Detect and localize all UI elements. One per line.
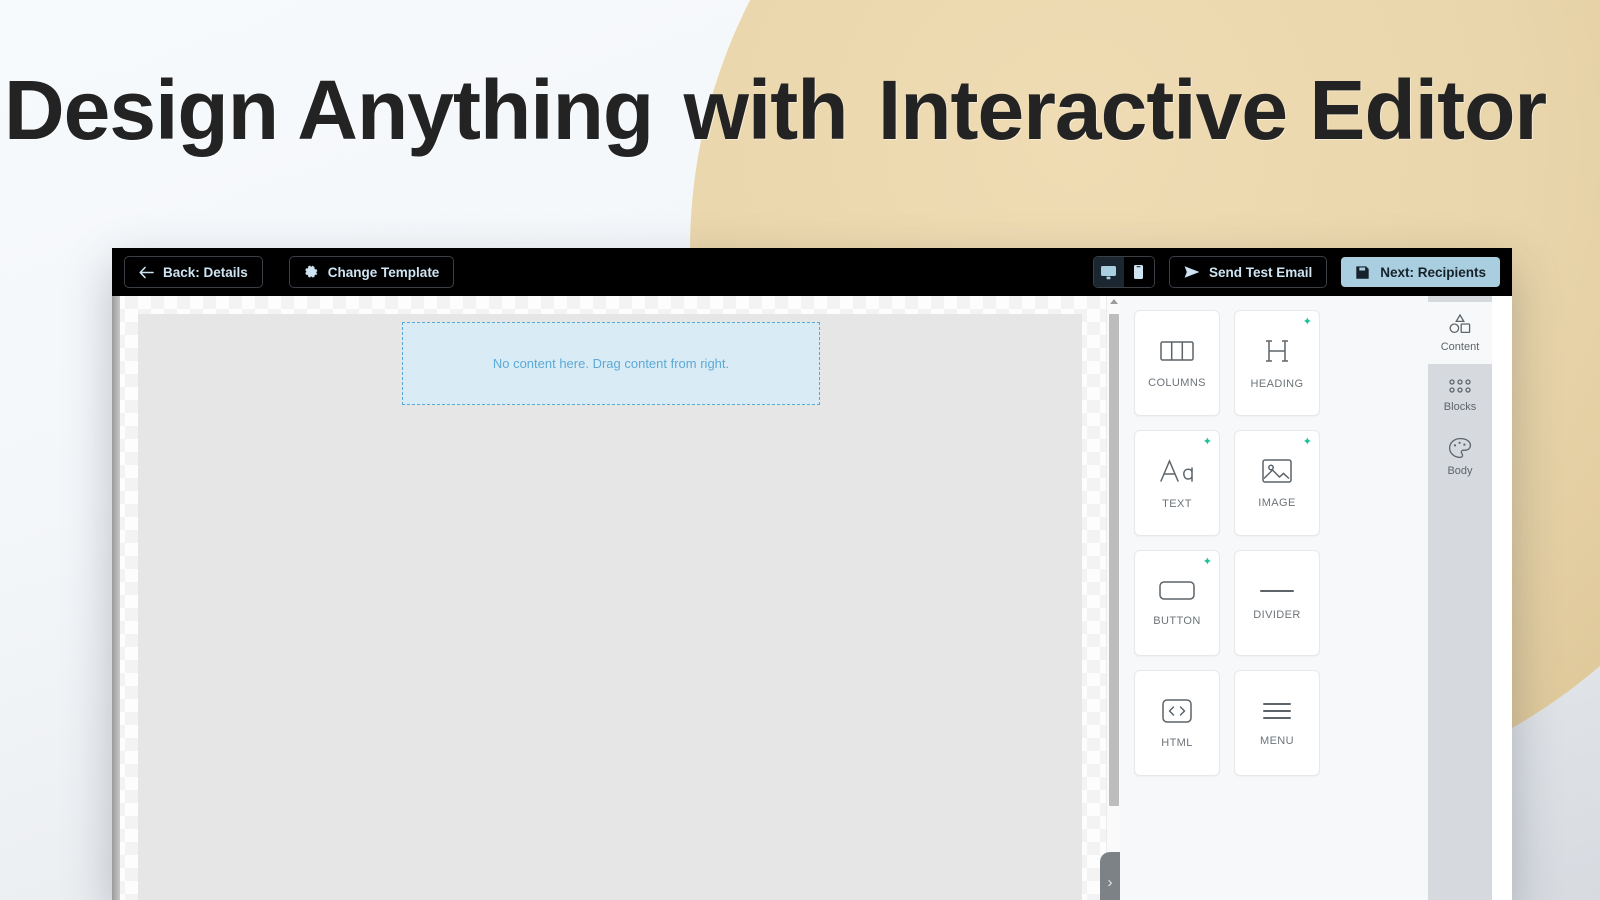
code-icon: [1162, 698, 1192, 724]
menu-icon: [1261, 700, 1293, 722]
desktop-icon: [1100, 265, 1117, 280]
panel-expand-handle[interactable]: ›: [1100, 852, 1120, 900]
send-test-email-label: Send Test Email: [1208, 264, 1313, 280]
view-mode-toggle[interactable]: [1092, 256, 1155, 288]
save-icon: [1355, 265, 1370, 280]
columns-icon: [1160, 338, 1194, 364]
blocks-grid-icon: [1448, 377, 1472, 395]
content-tile-label: BUTTON: [1153, 614, 1201, 627]
content-tile-text[interactable]: ✦ TEXT: [1134, 430, 1220, 536]
back-details-button[interactable]: Back: Details: [124, 256, 263, 288]
content-tile-label: HTML: [1161, 736, 1193, 749]
change-template-label: Change Template: [327, 264, 440, 280]
next-recipients-label: Next: Recipients: [1380, 264, 1486, 280]
divider-icon: [1259, 586, 1295, 596]
content-tile-label: TEXT: [1162, 497, 1192, 510]
ai-badge-icon: ✦: [1202, 436, 1212, 448]
paper-plane-icon: [1184, 265, 1200, 279]
content-tile-grid: ✦ COLUMNS ✦: [1134, 310, 1416, 776]
content-tile-label: COLUMNS: [1148, 376, 1206, 389]
email-canvas[interactable]: No content here. Drag content from right…: [112, 296, 1120, 900]
panel-tab-rail: Content Blocks Body: [1428, 296, 1492, 900]
ai-badge-icon: ✦: [1202, 556, 1212, 568]
email-body-area[interactable]: No content here. Drag content from right…: [138, 314, 1082, 900]
editor-body: No content here. Drag content from right…: [112, 296, 1512, 900]
content-side-panel: ✦ COLUMNS ✦: [1120, 296, 1428, 900]
chevron-right-icon: ›: [1107, 873, 1113, 891]
text-icon: [1159, 457, 1195, 485]
change-template-button[interactable]: Change Template: [288, 256, 455, 288]
palette-icon: [1448, 437, 1472, 459]
back-details-label: Back: Details: [163, 264, 248, 280]
content-tile-divider[interactable]: DIVIDER: [1234, 550, 1320, 656]
dropzone-label: No content here. Drag content from right…: [492, 356, 730, 371]
tab-body[interactable]: Body: [1428, 426, 1492, 488]
tab-label: Body: [1447, 465, 1473, 477]
desktop-view-button[interactable]: [1093, 257, 1124, 287]
gear-icon: [304, 264, 319, 280]
editor-toolbar: Back: Details Change Template Send Test …: [112, 248, 1512, 296]
content-tile-columns[interactable]: ✦ COLUMNS: [1134, 310, 1220, 416]
ai-badge-icon: ✦: [1302, 436, 1312, 448]
toolbar-right-group: Send Test Email Next: Recipients: [1092, 256, 1500, 288]
scrollbar-thumb[interactable]: [1109, 314, 1119, 806]
email-editor-window: Back: Details Change Template Send Test …: [112, 248, 1512, 900]
headline-part-3: Interactive Editor: [877, 63, 1547, 157]
scroll-up-arrow-icon[interactable]: [1110, 299, 1118, 304]
mobile-icon: [1133, 264, 1144, 280]
mobile-view-button[interactable]: [1123, 257, 1154, 287]
content-tile-html[interactable]: HTML: [1134, 670, 1220, 776]
content-tile-menu[interactable]: MENU: [1234, 670, 1320, 776]
button-icon: [1159, 580, 1195, 602]
page-title: Design Anything with Interactive Editor: [0, 62, 1547, 159]
ai-badge-icon: ✦: [1302, 316, 1312, 328]
tab-blocks[interactable]: Blocks: [1428, 364, 1492, 426]
headline-part-1: Design Anything: [4, 63, 654, 157]
tab-content[interactable]: Content: [1428, 302, 1492, 364]
arrow-left-icon: [139, 266, 154, 279]
next-recipients-button[interactable]: Next: Recipients: [1341, 257, 1500, 287]
content-tile-heading[interactable]: ✦ HEADING: [1234, 310, 1320, 416]
content-dropzone[interactable]: No content here. Drag content from right…: [402, 322, 820, 405]
content-tile-label: DIVIDER: [1253, 608, 1301, 621]
tab-label: Content: [1440, 341, 1480, 353]
content-tile-label: IMAGE: [1258, 496, 1296, 509]
image-icon: [1262, 458, 1292, 484]
canvas-scrollbar[interactable]: [1106, 296, 1120, 900]
send-test-email-button[interactable]: Send Test Email: [1168, 256, 1328, 288]
tab-label: Blocks: [1443, 401, 1477, 413]
content-tile-label: MENU: [1260, 734, 1294, 747]
shapes-icon: [1448, 313, 1472, 335]
canvas-left-rail: [112, 296, 120, 900]
heading-icon: [1263, 337, 1291, 365]
content-tile-label: HEADING: [1250, 377, 1304, 390]
headline-part-2: with: [683, 63, 849, 157]
content-tile-button[interactable]: ✦ BUTTON: [1134, 550, 1220, 656]
content-tile-image[interactable]: ✦ IMAGE: [1234, 430, 1320, 536]
